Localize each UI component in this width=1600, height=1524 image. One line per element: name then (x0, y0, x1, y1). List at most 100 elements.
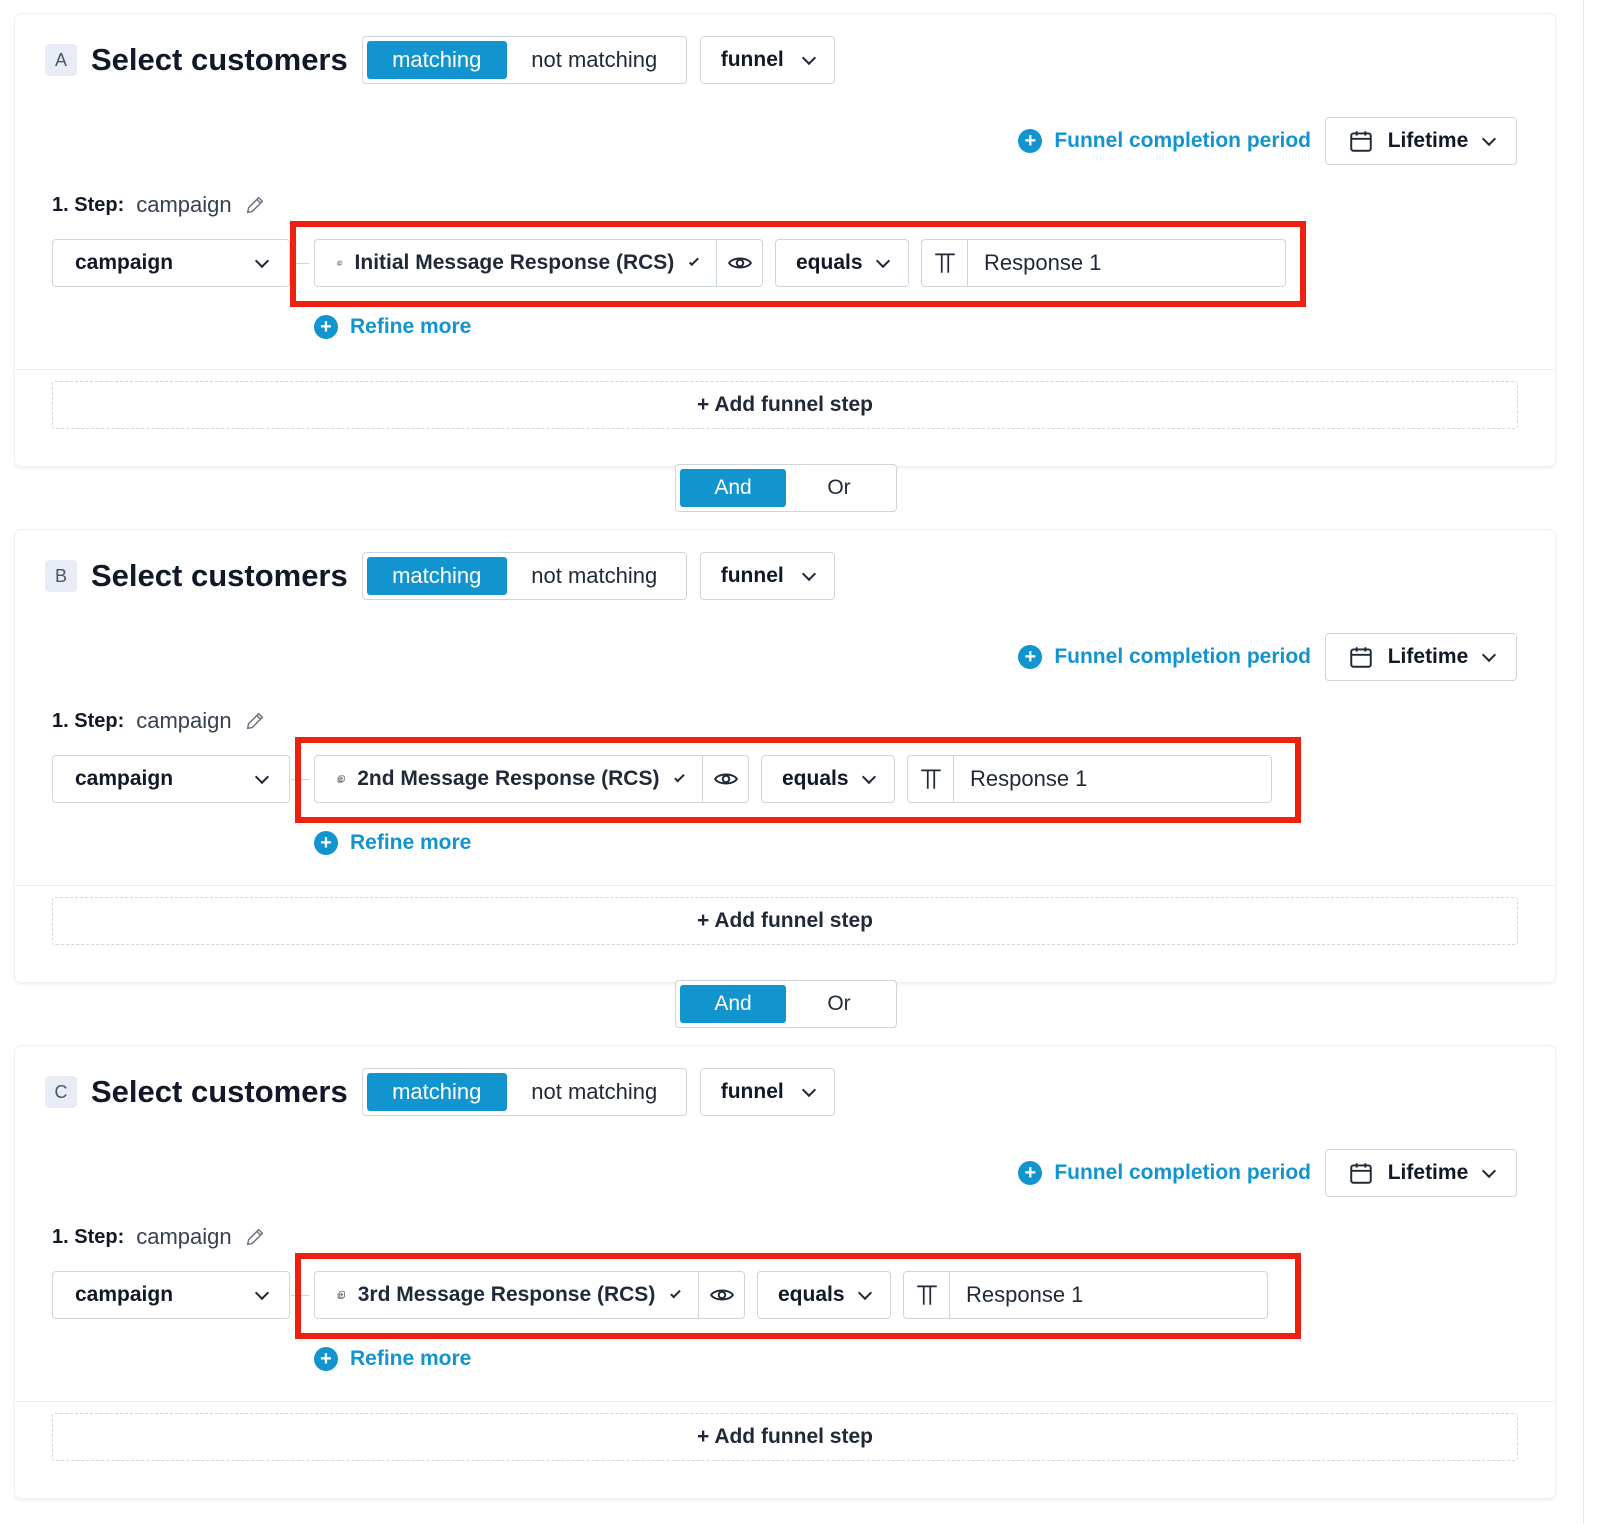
matching-option[interactable]: matching (366, 41, 507, 79)
not-matching-option[interactable]: not matching (507, 1073, 682, 1111)
selector-header: A Select customers matching not matching… (45, 36, 835, 84)
value-field: Response 1 (907, 755, 1272, 803)
attribute-field: 3rd Message Response (RCS) (314, 1271, 745, 1319)
attribute-field: 2nd Message Response (RCS) (314, 755, 749, 803)
period-value: Lifetime (1387, 129, 1469, 152)
text-type-icon (904, 1272, 950, 1318)
chevron-down-icon (1481, 1163, 1497, 1178)
value-field: Response 1 (921, 239, 1286, 287)
chevron-down-icon (801, 566, 816, 581)
selector-letter-badge: A (45, 44, 77, 76)
selector-type-label: funnel (720, 1080, 784, 1103)
funnel-completion-period-link[interactable]: + Funnel completion period (1018, 129, 1311, 153)
and-option[interactable]: And (680, 469, 786, 507)
chevron-down-icon (1481, 131, 1497, 146)
pencil-icon[interactable] (244, 710, 266, 732)
calendar-icon (1350, 131, 1372, 152)
matching-toggle: matching not matching (361, 1068, 687, 1116)
selector-type-dropdown[interactable]: funnel (699, 36, 835, 84)
or-option[interactable]: Or (786, 985, 892, 1023)
selector-letter-badge: C (45, 1076, 77, 1108)
chevron-down-icon (674, 771, 685, 782)
operator-dropdown[interactable]: equals (775, 239, 909, 287)
selector-title: Select customers (91, 42, 348, 77)
value-input[interactable]: Response 1 (954, 756, 1087, 802)
refine-more-label: Refine more (350, 1347, 472, 1370)
eye-icon[interactable] (699, 1272, 744, 1318)
or-option[interactable]: Or (786, 469, 892, 507)
attribute-field: Initial Message Response (RCS) (314, 239, 763, 287)
matching-option[interactable]: matching (366, 1073, 507, 1111)
matching-toggle: matching not matching (361, 36, 687, 84)
pencil-icon[interactable] (244, 194, 266, 216)
step-type-label: campaign (75, 1283, 174, 1306)
period-dropdown[interactable]: Lifetime (1325, 633, 1517, 681)
chevron-down-icon (875, 253, 891, 268)
value-input[interactable]: Response 1 (950, 1272, 1083, 1318)
funnel-completion-period-label: Funnel completion period (1054, 1161, 1311, 1184)
operator-dropdown[interactable]: equals (761, 755, 895, 803)
plus-circle-icon: + (314, 831, 338, 855)
matching-option[interactable]: matching (366, 557, 507, 595)
eye-icon[interactable] (703, 756, 748, 802)
add-funnel-step-button[interactable]: + Add funnel step (52, 897, 1518, 945)
add-funnel-step-button[interactable]: + Add funnel step (52, 1413, 1518, 1461)
funnel-completion-period-label: Funnel completion period (1054, 129, 1311, 152)
attribute-dropdown[interactable]: 3rd Message Response (RCS) (315, 1272, 699, 1318)
funnel-completion-period-link[interactable]: + Funnel completion period (1018, 1161, 1311, 1185)
play-square-icon (337, 1291, 345, 1299)
funnel-completion-period-link[interactable]: + Funnel completion period (1018, 645, 1311, 669)
step-name: campaign (136, 192, 232, 217)
step-type-dropdown[interactable]: campaign (52, 755, 290, 803)
period-dropdown[interactable]: Lifetime (1325, 1149, 1517, 1197)
chevron-down-icon (861, 769, 877, 784)
chevron-down-icon (801, 50, 816, 65)
selector-header: B Select customers matching not matching… (45, 552, 835, 600)
eye-icon[interactable] (717, 240, 762, 286)
attribute-dropdown[interactable]: Initial Message Response (RCS) (315, 240, 717, 286)
period-value: Lifetime (1387, 1161, 1469, 1184)
period-row: + Funnel completion period Lifetime (1018, 633, 1517, 681)
selector-type-label: funnel (720, 48, 784, 71)
selector-type-dropdown[interactable]: funnel (699, 1068, 835, 1116)
attribute-dropdown[interactable]: 2nd Message Response (RCS) (315, 756, 703, 802)
period-dropdown[interactable]: Lifetime (1325, 117, 1517, 165)
selector-type-label: funnel (720, 564, 784, 587)
selector-card-a: A Select customers matching not matching… (15, 14, 1555, 466)
card-divider (15, 369, 1555, 370)
text-type-icon (908, 756, 954, 802)
step-type-dropdown[interactable]: campaign (52, 239, 290, 287)
period-row: + Funnel completion period Lifetime (1018, 117, 1517, 165)
selector-title: Select customers (91, 558, 348, 593)
operator-dropdown[interactable]: equals (757, 1271, 891, 1319)
step-label: 1. Step: campaign (52, 706, 266, 736)
plus-circle-icon: + (1018, 129, 1043, 153)
chevron-down-icon (254, 1285, 270, 1300)
chevron-down-icon (1481, 647, 1497, 662)
period-row: + Funnel completion period Lifetime (1018, 1149, 1517, 1197)
not-matching-option[interactable]: not matching (507, 557, 682, 595)
not-matching-option[interactable]: not matching (507, 41, 682, 79)
refine-more-link[interactable]: + Refine more (314, 1344, 471, 1374)
chevron-down-icon (689, 255, 699, 266)
step-type-dropdown[interactable]: campaign (52, 1271, 290, 1319)
selector-card-b: B Select customers matching not matching… (15, 530, 1555, 982)
step-label: 1. Step: campaign (52, 190, 266, 220)
and-option[interactable]: And (680, 985, 786, 1023)
step-number: 1. Step: (52, 193, 125, 216)
calendar-icon (1350, 647, 1372, 668)
funnel-completion-period-label: Funnel completion period (1054, 645, 1311, 668)
refine-more-label: Refine more (350, 315, 472, 338)
selector-type-dropdown[interactable]: funnel (699, 552, 835, 600)
combinator-toggle: And Or (675, 464, 897, 512)
selector-letter-badge: B (45, 560, 77, 592)
step-label: 1. Step: campaign (52, 1222, 266, 1252)
step-number: 1. Step: (52, 1225, 125, 1248)
add-funnel-step-button[interactable]: + Add funnel step (52, 381, 1518, 429)
refine-more-link[interactable]: + Refine more (314, 828, 471, 858)
pencil-icon[interactable] (244, 1226, 266, 1248)
chevron-down-icon (254, 769, 270, 784)
refine-more-link[interactable]: + Refine more (314, 312, 471, 342)
value-input[interactable]: Response 1 (968, 240, 1101, 286)
matching-toggle: matching not matching (361, 552, 687, 600)
